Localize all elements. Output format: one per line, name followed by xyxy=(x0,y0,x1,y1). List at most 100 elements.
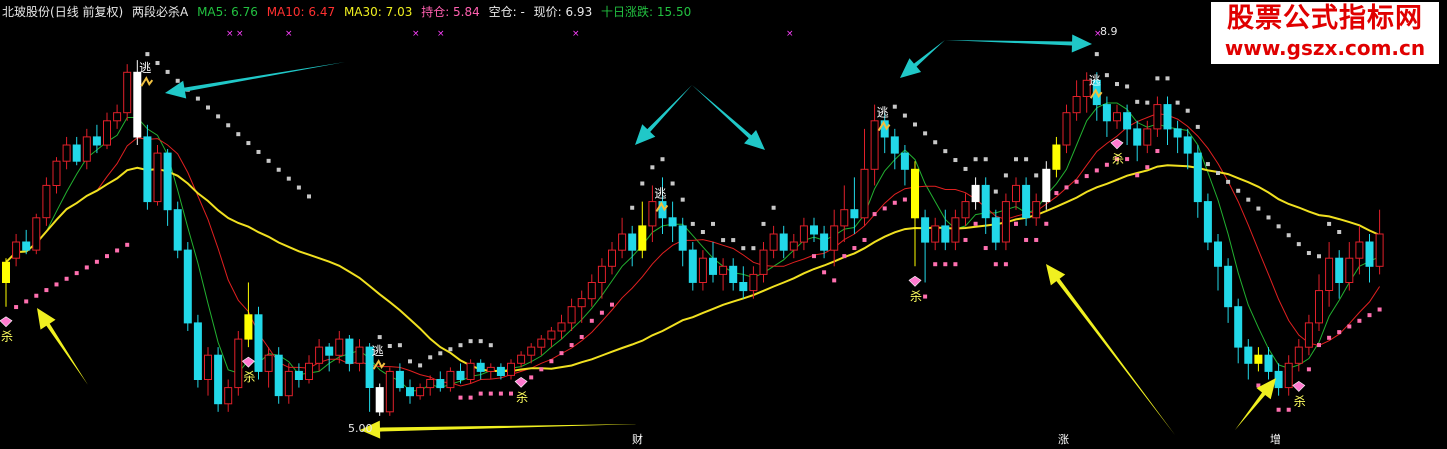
candle xyxy=(1072,80,1081,121)
candle xyxy=(1304,314,1313,356)
upper-dot xyxy=(246,141,251,146)
escape-label: 逃 xyxy=(139,61,151,75)
lower-dot xyxy=(34,293,39,298)
candle-body xyxy=(284,370,293,397)
indicator-name: 两段必杀A xyxy=(132,5,189,19)
candle-body xyxy=(42,184,51,219)
candle xyxy=(446,367,455,392)
candle-body xyxy=(981,184,990,219)
candle-body xyxy=(325,346,334,356)
escape-label: 逃 xyxy=(877,106,889,120)
diamond-icon xyxy=(514,377,528,388)
lower-dot xyxy=(478,391,483,396)
candle xyxy=(62,136,71,170)
candle xyxy=(406,379,414,404)
candle-body xyxy=(163,152,172,211)
candle-body xyxy=(1325,257,1334,292)
candle-body xyxy=(507,362,515,376)
candle-body xyxy=(1183,136,1192,154)
stock-name[interactable]: 北玻股份 xyxy=(2,5,50,19)
lower-dot xyxy=(882,206,887,211)
upper-dot xyxy=(892,104,897,109)
candle-body xyxy=(1153,104,1162,130)
upper-dot xyxy=(1125,84,1130,89)
candle xyxy=(305,355,313,384)
lower-dot xyxy=(589,318,594,323)
candle xyxy=(628,225,637,267)
hold-value: 持仓: 5.84 xyxy=(421,5,480,19)
upper-dot xyxy=(1256,206,1261,211)
candle xyxy=(264,347,273,388)
candle xyxy=(507,359,515,380)
candle-body xyxy=(224,387,233,405)
candle xyxy=(113,104,122,129)
runner-icon xyxy=(372,359,386,370)
upper-dot xyxy=(933,140,938,145)
candle-body xyxy=(1173,128,1182,138)
candle xyxy=(719,258,728,291)
candle xyxy=(1133,120,1142,162)
upper-dot xyxy=(923,131,928,136)
upper-dot xyxy=(195,96,200,101)
watermark-logo: 股票公式指标网 www.gszx.com.cn xyxy=(1211,2,1439,64)
upper-dot xyxy=(1024,157,1029,162)
candle-body xyxy=(759,249,768,275)
candle xyxy=(183,242,192,331)
watermark-line2: www.gszx.com.cn xyxy=(1224,36,1426,60)
candle-body xyxy=(1274,370,1283,389)
cyan-arrow xyxy=(635,85,692,145)
lower-dot xyxy=(1034,237,1039,242)
candle-body xyxy=(567,306,576,324)
candle-body xyxy=(537,338,546,348)
candle xyxy=(123,64,132,121)
candle-body xyxy=(1304,322,1313,348)
candle xyxy=(890,128,899,170)
candle-body xyxy=(153,152,162,203)
candle-body xyxy=(900,152,909,170)
candle-body xyxy=(951,217,960,243)
candle-body xyxy=(890,136,899,154)
candle-body xyxy=(688,249,697,283)
candle xyxy=(1163,96,1172,146)
upper-dot xyxy=(1266,215,1271,220)
candle xyxy=(1355,225,1364,275)
candle xyxy=(42,177,51,226)
candle-body xyxy=(1203,201,1212,243)
upper-dot xyxy=(1115,82,1119,87)
candle-body xyxy=(739,282,748,292)
upper-dot xyxy=(741,246,746,251)
candle xyxy=(82,128,91,170)
candle xyxy=(688,242,697,291)
lower-dot xyxy=(44,288,49,293)
upper-dot xyxy=(175,78,180,83)
candles xyxy=(2,60,1384,416)
candle-body xyxy=(72,144,81,162)
candle xyxy=(577,290,586,323)
candle xyxy=(1345,242,1354,291)
candle xyxy=(193,314,202,388)
lower-dot xyxy=(488,391,493,396)
upper-dot xyxy=(155,61,160,66)
ma30-value: MA30: 7.03 xyxy=(343,5,413,19)
upper-dot xyxy=(1104,73,1109,78)
lower-dot xyxy=(105,254,109,259)
upper-dot xyxy=(387,344,392,348)
candle-body xyxy=(638,225,647,251)
candle-body xyxy=(911,168,919,219)
candle-body xyxy=(820,233,829,251)
upper-dot xyxy=(943,149,948,154)
candle xyxy=(1375,209,1384,275)
lower-dot xyxy=(599,310,604,315)
escape-label: 逃 xyxy=(1089,73,1101,87)
diamond-icon xyxy=(908,275,922,287)
upper-dot xyxy=(1276,224,1281,229)
candle-body xyxy=(517,354,526,364)
lower-dot xyxy=(943,262,948,267)
candle xyxy=(1183,128,1192,170)
kline-chart[interactable]: 逃逃逃逃逃杀杀杀杀杀杀 8.95.00财涨增× × × × × × × × xyxy=(0,0,1447,449)
upper-dot xyxy=(458,343,463,348)
candle-body xyxy=(1163,104,1172,130)
cyan-arrow xyxy=(945,34,1092,53)
upper-dot xyxy=(1185,108,1190,113)
lower-dot xyxy=(1064,185,1069,190)
